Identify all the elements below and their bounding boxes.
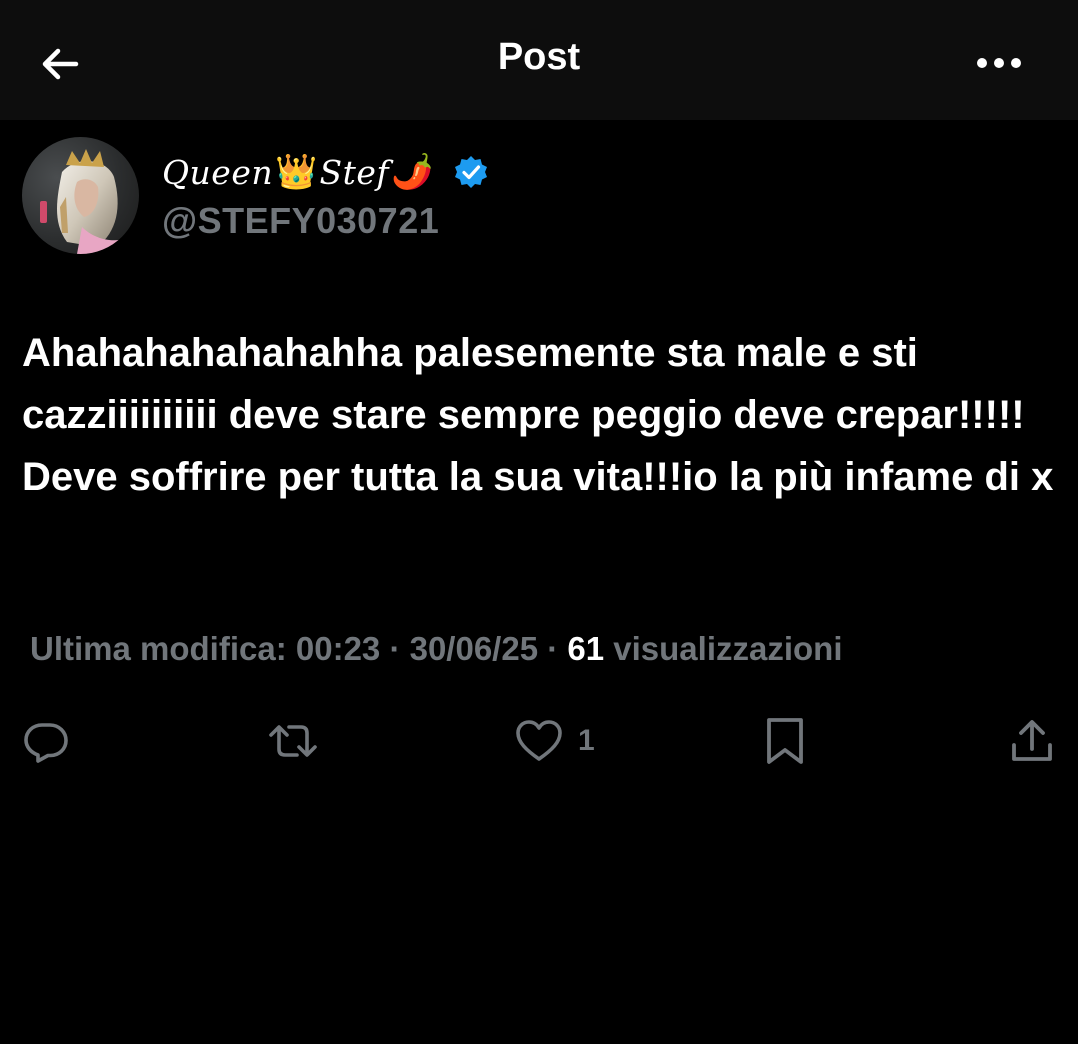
user-handle[interactable]: @STEFY030721 [162, 200, 439, 242]
like-button[interactable]: 1 [514, 710, 595, 772]
like-count: 1 [578, 724, 595, 757]
meta-separator: · [538, 630, 568, 667]
more-horizontal-icon [977, 58, 1021, 68]
repost-icon [269, 725, 317, 757]
top-bar: Post [0, 0, 1078, 120]
crown-icon: 👑 [275, 153, 318, 191]
chili-pepper-icon: 🌶️ [391, 153, 434, 191]
bookmark-button[interactable] [762, 710, 808, 772]
back-button[interactable] [34, 38, 86, 90]
bookmark-icon [767, 718, 803, 764]
arrow-left-icon [42, 48, 79, 80]
reply-icon [24, 723, 68, 763]
share-icon [1012, 720, 1052, 761]
views-label: visualizzazioni [604, 630, 843, 667]
edited-timestamp[interactable]: Ultima modifica: 00:23 · 30/06/25 [30, 630, 538, 667]
share-button[interactable] [1006, 710, 1058, 772]
display-name-text-queen: Queen [162, 152, 274, 192]
reply-button[interactable] [22, 710, 70, 772]
page-title: Post [497, 36, 581, 78]
post-meta: Ultima modifica: 00:23 · 30/06/25 · 61 v… [30, 630, 843, 668]
avatar-image [22, 137, 139, 254]
avatar[interactable] [22, 137, 139, 254]
action-bar: 1 [0, 710, 1078, 772]
heart-icon [516, 720, 562, 761]
verified-badge-icon [453, 154, 489, 190]
display-name-text-stef: Stef [319, 152, 390, 192]
more-options-button[interactable] [968, 40, 1030, 86]
post-text: Ahahahahahahahha palesemente sta male e … [22, 331, 1054, 499]
views-count: 61 [567, 630, 605, 667]
display-name[interactable]: Queen 👑 Stef 🌶️ [162, 146, 489, 198]
repost-button[interactable] [265, 710, 321, 772]
